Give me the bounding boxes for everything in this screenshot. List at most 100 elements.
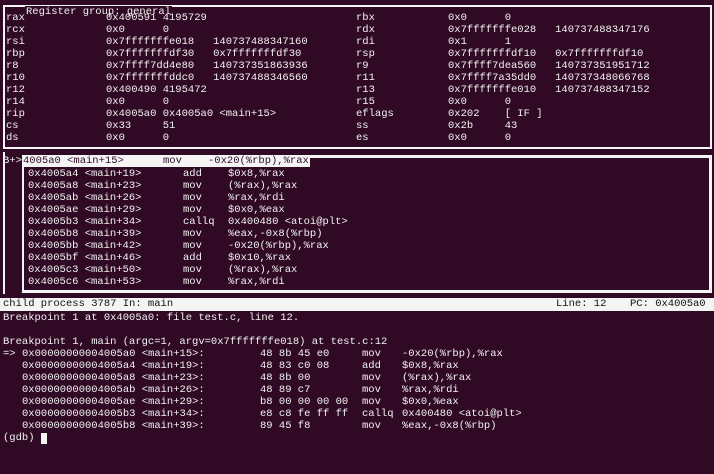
asm-address: 0x4005bb <main+42> [28,240,142,252]
console-line: Breakpoint 1 at 0x4005a0: file test.c, l… [3,312,300,324]
register-value: 0x0 0 [106,96,170,108]
register-name: eflags [356,108,394,120]
register-value: 0x400490 4195472 [106,84,207,96]
asm-address: 0x4005ab <main+26> [28,192,142,204]
disasm-mnemonic: mov [362,348,381,360]
register-name: rbp [6,48,25,60]
register-value: 0x33 51 [106,120,176,132]
asm-mnemonic: mov [183,264,202,276]
disasm-operands: -0x20(%rbp),%rax [402,348,503,360]
asm-operands: 0x400480 <atoi@plt> [228,216,348,228]
asm-mnemonic: mov [163,155,182,167]
disasm-address: 0x00000000004005b3 <main+34>: [22,408,205,420]
disasm-address: 0x00000000004005a8 <main+23>: [22,372,205,384]
disasm-bytes: b8 00 00 00 00 [260,396,349,408]
asm-mnemonic: mov [183,180,202,192]
register-value: 0x7fffffffddc0 140737488346560 [106,72,308,84]
asm-mnemonic: callq [183,216,215,228]
register-name: r8 [6,60,19,72]
disasm-bytes: 48 8b 45 e0 [260,348,330,360]
disasm-mnemonic: callq [362,408,394,420]
register-value: 0x0 0 [448,12,512,24]
register-value: 0x0 0 [106,24,170,36]
asm-address: 0x4005a4 <main+19> [28,168,142,180]
disasm-operands: (%rax),%rax [402,372,472,384]
register-name: r10 [6,72,25,84]
asm-mnemonic: mov [183,228,202,240]
register-name: r14 [6,96,25,108]
disasm-mnemonic: mov [362,384,381,396]
register-value: 0x0 0 [448,96,512,108]
register-name: rdi [356,36,375,48]
asm-operands: $0x0,%eax [228,204,285,216]
asm-address: 0x4005b3 <main+34> [28,216,142,228]
asm-mnemonic: mov [183,240,202,252]
register-name: r9 [356,60,369,72]
disasm-address: 0x00000000004005a4 <main+19>: [22,360,205,372]
register-name: r13 [356,84,375,96]
register-value: 0x0 0 [106,132,170,144]
register-name: cs [6,120,19,132]
asm-operands: (%rax),%rax [228,264,298,276]
asm-operands: %rax,%rdi [228,276,285,288]
disasm-operands: %rax,%rdi [402,384,459,396]
disasm-address: 0x00000000004005a0 <main+15>: [22,348,205,360]
register-name: ss [356,120,369,132]
console-line: Breakpoint 1, main (argc=1, argv=0x7ffff… [3,336,388,348]
register-value: 0x7ffff7dea560 140737351951712 [448,60,650,72]
disasm-bytes: 48 8b 00 [260,372,311,384]
status-process: child process 3787 In: main [3,298,174,310]
asm-mnemonic: mov [183,276,202,288]
register-name: r11 [356,72,375,84]
asm-address: 0x4005bf <main+46> [28,252,142,264]
register-name: rdx [356,24,375,36]
disasm-bytes: e8 c8 fe ff ff [260,408,349,420]
asm-operands: %eax,-0x8(%rbp) [228,228,323,240]
asm-mnemonic: mov [183,204,202,216]
disasm-mnemonic: mov [362,372,381,384]
status-bar: child process 3787 In: main Line: 12 PC:… [0,298,714,311]
register-value: 0x7ffff7a35dd0 140737348066768 [448,72,650,84]
disasm-operands: $0x8,%rax [402,360,459,372]
disasm-bytes: 48 83 c0 08 [260,360,330,372]
disasm-mnemonic: add [362,360,381,372]
register-value: 0x7fffffffdf10 0x7fffffffdf10 [448,48,644,60]
asm-operands: %rax,%rdi [228,192,285,204]
status-line: Line: 12 [556,298,607,310]
register-name: rax [6,12,25,24]
asm-address: 0x4005c3 <main+50> [28,264,142,276]
register-value: 0x7fffffffe018 140737488347160 [106,36,308,48]
register-value: 0x2b 43 [448,120,518,132]
register-value: 0x7fffffffdf30 0x7fffffffdf30 [106,48,302,60]
register-name: rcx [6,24,25,36]
disasm-operands: 0x400480 <atoi@plt> [402,408,522,420]
text-cursor[interactable] [41,433,47,444]
asm-address: 0x4005b8 <main+39> [28,228,142,240]
asm-mnemonic: add [183,252,202,264]
disasm-address: 0x00000000004005ae <main+29>: [22,396,205,408]
register-value: 0x202 [ IF ] [448,108,543,120]
current-pc-arrow: => [3,348,16,360]
register-value: 0x400591 4195729 [106,12,207,24]
disasm-address: 0x00000000004005b8 <main+39>: [22,420,205,432]
disasm-bytes: 48 89 c7 [260,384,311,396]
disasm-address: 0x00000000004005ab <main+26>: [22,384,205,396]
register-name: es [356,132,369,144]
asm-operands: $0x10,%rax [228,252,292,264]
register-name: rbx [356,12,375,24]
disasm-operands: %eax,-0x8(%rbp) [402,420,497,432]
register-value: 0x0 0 [448,132,512,144]
register-name: ds [6,132,19,144]
register-name: rsp [356,48,375,60]
register-name: r12 [6,84,25,96]
disasm-operands: $0x0,%eax [402,396,459,408]
register-value: 0x4005a0 0x4005a0 <main+15> [106,108,277,120]
register-value: 0x1 1 [448,36,512,48]
asm-mnemonic: add [183,168,202,180]
status-pc: PC: 0x4005a0 [630,298,706,310]
breakpoint-marker: B+> [3,155,22,167]
asm-operands: (%rax),%rax [228,180,298,192]
register-name: rsi [6,36,25,48]
disasm-mnemonic: mov [362,396,381,408]
asm-operands: -0x20(%rbp),%rax [208,155,309,167]
